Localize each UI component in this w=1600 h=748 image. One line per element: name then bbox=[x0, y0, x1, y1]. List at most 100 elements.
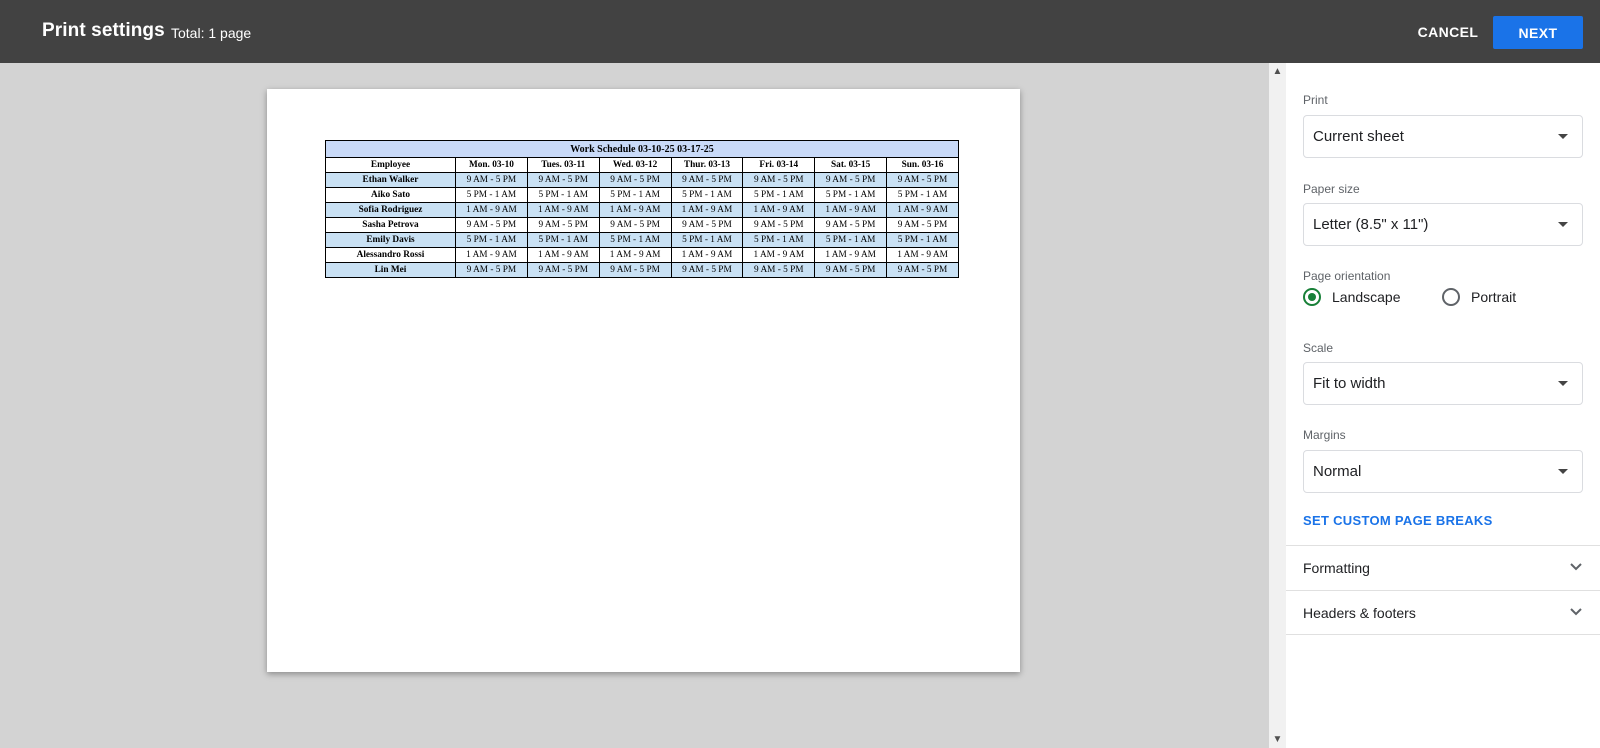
radio-portrait[interactable]: Portrait bbox=[1442, 288, 1516, 306]
column-header: Tues. 03-11 bbox=[526, 157, 600, 173]
paper-size-select[interactable]: Letter (8.5" x 11") bbox=[1303, 203, 1583, 246]
table-row: Ethan Walker 9 AM - 5 PM 9 AM - 5 PM 9 AM -… bbox=[325, 172, 959, 188]
shift-cell: 5 PM - 1 AM bbox=[814, 187, 888, 203]
shift-cell: 9 AM - 5 PM bbox=[886, 172, 959, 188]
shift-cell: 5 PM - 1 AM bbox=[670, 232, 744, 248]
radio-unchecked-icon bbox=[1442, 288, 1460, 306]
shift-cell: 9 AM - 5 PM bbox=[670, 217, 744, 233]
employee-name-cell: Lin Mei bbox=[325, 262, 456, 278]
employee-name-cell: Sofia Rodriguez bbox=[325, 202, 456, 218]
shift-cell: 1 AM - 9 AM bbox=[886, 202, 959, 218]
shift-cell: 5 PM - 1 AM bbox=[886, 232, 959, 248]
shift-cell: 9 AM - 5 PM bbox=[455, 262, 528, 278]
print-label: Print bbox=[1303, 93, 1328, 107]
settings-panel: Print Current sheet Paper size Letter (8… bbox=[1286, 63, 1600, 748]
shift-cell: 1 AM - 9 AM bbox=[670, 247, 744, 263]
employee-name-cell: Aiko Sato bbox=[325, 187, 456, 203]
table-row: Emily Davis 5 PM - 1 AM 5 PM - 1 AM 5 PM - … bbox=[325, 232, 959, 248]
top-bar: Print settings Total: 1 page CANCEL NEXT bbox=[0, 0, 1600, 63]
scale-select-value: Fit to width bbox=[1313, 375, 1386, 392]
shift-cell: 1 AM - 9 AM bbox=[455, 247, 528, 263]
shift-cell: 5 PM - 1 AM bbox=[742, 232, 816, 248]
margins-select-value: Normal bbox=[1313, 463, 1362, 480]
column-header: Sun. 03-16 bbox=[886, 157, 959, 173]
column-header: Wed. 03-12 bbox=[598, 157, 672, 173]
table-row: Sasha Petrova 9 AM - 5 PM 9 AM - 5 PM 9 AM … bbox=[325, 217, 959, 233]
employee-name-cell: Ethan Walker bbox=[325, 172, 456, 188]
orientation-radio-group: Landscape Portrait bbox=[1303, 288, 1593, 310]
shift-cell: 5 PM - 1 AM bbox=[455, 232, 528, 248]
table-row: Sofia Rodriguez 1 AM - 9 AM 1 AM - 9 AM 1 A… bbox=[325, 202, 959, 218]
chevron-up-icon[interactable]: ▲ bbox=[1269, 63, 1286, 80]
employee-name-cell: Sasha Petrova bbox=[325, 217, 456, 233]
shift-cell: 1 AM - 9 AM bbox=[455, 202, 528, 218]
shift-cell: 5 PM - 1 AM bbox=[526, 187, 600, 203]
shift-cell: 9 AM - 5 PM bbox=[814, 217, 888, 233]
shift-cell: 5 PM - 1 AM bbox=[886, 187, 959, 203]
shift-cell: 9 AM - 5 PM bbox=[814, 262, 888, 278]
formatting-section-label: Formatting bbox=[1303, 560, 1370, 576]
column-header: Thur. 03-13 bbox=[670, 157, 744, 173]
table-title-row: Work Schedule 03-10-25 03-17-25 bbox=[325, 140, 959, 158]
shift-cell: 9 AM - 5 PM bbox=[814, 172, 888, 188]
radio-portrait-label: Portrait bbox=[1471, 289, 1517, 305]
employee-name-cell: Emily Davis bbox=[325, 232, 456, 248]
shift-cell: 9 AM - 5 PM bbox=[670, 172, 744, 188]
formatting-section[interactable]: Formatting bbox=[1286, 545, 1600, 590]
set-custom-page-breaks-link[interactable]: SET CUSTOM PAGE BREAKS bbox=[1303, 513, 1493, 528]
schedule-table: Work Schedule 03-10-25 03-17-25 Employee M… bbox=[325, 140, 959, 278]
scale-select[interactable]: Fit to width bbox=[1303, 362, 1583, 405]
print-preview-area: Work Schedule 03-10-25 03-17-25 Employee M… bbox=[0, 63, 1269, 748]
table-row: Aiko Sato 5 PM - 1 AM 5 PM - 1 AM 5 PM - 1 … bbox=[325, 187, 959, 203]
shift-cell: 5 PM - 1 AM bbox=[526, 232, 600, 248]
headers-footers-section-label: Headers & footers bbox=[1303, 605, 1416, 621]
paper-size-label: Paper size bbox=[1303, 182, 1360, 196]
headers-footers-section[interactable]: Headers & footers bbox=[1286, 590, 1600, 635]
shift-cell: 1 AM - 9 AM bbox=[526, 247, 600, 263]
orientation-label: Page orientation bbox=[1303, 269, 1391, 283]
shift-cell: 1 AM - 9 AM bbox=[742, 202, 816, 218]
table-row: Alessandro Rossi 1 AM - 9 AM 1 AM - 9 AM 1 … bbox=[325, 247, 959, 263]
radio-landscape-label: Landscape bbox=[1332, 289, 1401, 305]
chevron-down-icon[interactable]: ▼ bbox=[1269, 731, 1286, 748]
margins-label: Margins bbox=[1303, 428, 1346, 442]
shift-cell: 9 AM - 5 PM bbox=[526, 172, 600, 188]
shift-cell: 9 AM - 5 PM bbox=[742, 217, 816, 233]
column-header: Mon. 03-10 bbox=[455, 157, 528, 173]
margins-select[interactable]: Normal bbox=[1303, 450, 1583, 493]
print-select[interactable]: Current sheet bbox=[1303, 115, 1583, 158]
shift-cell: 9 AM - 5 PM bbox=[886, 217, 959, 233]
shift-cell: 5 PM - 1 AM bbox=[670, 187, 744, 203]
shift-cell: 9 AM - 5 PM bbox=[670, 262, 744, 278]
shift-cell: 9 AM - 5 PM bbox=[598, 262, 672, 278]
column-header: Employee bbox=[325, 157, 456, 173]
shift-cell: 9 AM - 5 PM bbox=[742, 262, 816, 278]
employee-name-cell: Alessandro Rossi bbox=[325, 247, 456, 263]
radio-landscape[interactable]: Landscape bbox=[1303, 288, 1401, 306]
table-title: Work Schedule 03-10-25 03-17-25 bbox=[325, 140, 959, 158]
preview-scrollbar[interactable]: ▲ ▼ bbox=[1269, 63, 1286, 748]
column-header: Fri. 03-14 bbox=[742, 157, 816, 173]
cancel-button[interactable]: CANCEL bbox=[1408, 15, 1488, 49]
shift-cell: 9 AM - 5 PM bbox=[526, 217, 600, 233]
shift-cell: 1 AM - 9 AM bbox=[814, 247, 888, 263]
shift-cell: 9 AM - 5 PM bbox=[526, 262, 600, 278]
shift-cell: 1 AM - 9 AM bbox=[526, 202, 600, 218]
column-header: Sat. 03-15 bbox=[814, 157, 888, 173]
expand-chevron-icon bbox=[1570, 563, 1582, 571]
shift-cell: 9 AM - 5 PM bbox=[455, 172, 528, 188]
dropdown-caret-icon bbox=[1558, 381, 1568, 386]
shift-cell: 5 PM - 1 AM bbox=[598, 187, 672, 203]
radio-checked-icon bbox=[1303, 288, 1321, 306]
shift-cell: 1 AM - 9 AM bbox=[598, 202, 672, 218]
dropdown-caret-icon bbox=[1558, 134, 1568, 139]
next-button[interactable]: NEXT bbox=[1493, 16, 1583, 49]
shift-cell: 9 AM - 5 PM bbox=[742, 172, 816, 188]
shift-cell: 9 AM - 5 PM bbox=[886, 262, 959, 278]
table-row: Lin Mei 9 AM - 5 PM 9 AM - 5 PM 9 AM - 5 PM… bbox=[325, 262, 959, 278]
table-header-row: Employee Mon. 03-10 Tues. 03-11 Wed. 03-12 T… bbox=[325, 157, 959, 173]
shift-cell: 5 PM - 1 AM bbox=[598, 232, 672, 248]
shift-cell: 5 PM - 1 AM bbox=[814, 232, 888, 248]
shift-cell: 1 AM - 9 AM bbox=[886, 247, 959, 263]
dropdown-caret-icon bbox=[1558, 222, 1568, 227]
